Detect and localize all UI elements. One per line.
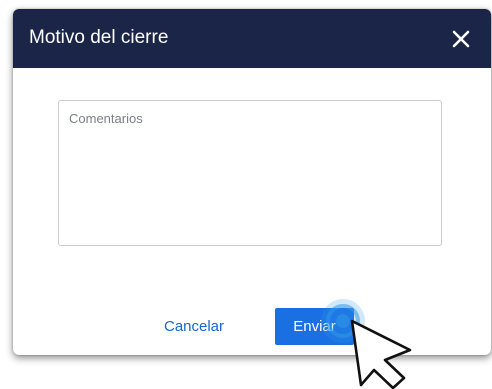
comments-field[interactable] xyxy=(58,100,442,246)
send-button[interactable]: Enviar xyxy=(275,308,354,345)
close-button[interactable] xyxy=(447,25,475,53)
close-reason-dialog: Motivo del cierre Cancelar Enviar xyxy=(13,9,491,355)
close-icon xyxy=(452,30,470,48)
screen: Motivo del cierre Cancelar Enviar xyxy=(0,0,492,389)
dialog-header: Motivo del cierre xyxy=(13,9,491,68)
dialog-title: Motivo del cierre xyxy=(29,27,169,48)
cancel-button[interactable]: Cancelar xyxy=(146,314,242,340)
